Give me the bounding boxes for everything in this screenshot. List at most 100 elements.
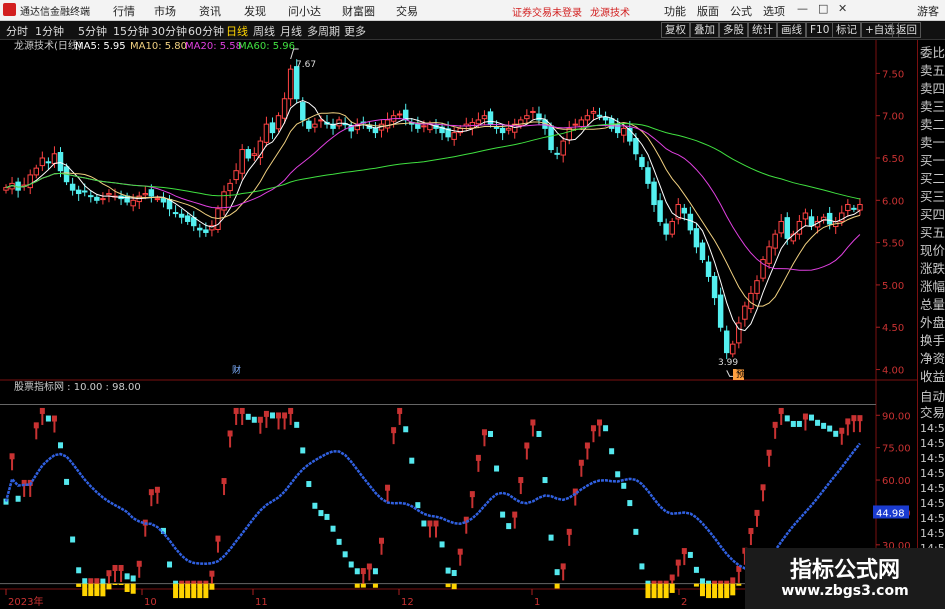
candle (45, 161, 52, 164)
indicator-fill (657, 583, 663, 599)
candle (754, 280, 760, 294)
candle (178, 213, 185, 218)
candle (39, 157, 46, 167)
close-icon[interactable]: ✕ (838, 2, 847, 15)
tf-5min[interactable]: 5分钟 (78, 23, 107, 39)
candle (699, 242, 706, 261)
menu-discover[interactable]: 发现 (244, 3, 266, 19)
btn-mark[interactable]: 标记 (832, 22, 861, 38)
indicator-bar (124, 573, 130, 580)
btn-overlay[interactable]: 叠加 (690, 22, 719, 38)
menu-layout[interactable]: 版面 (697, 3, 719, 19)
candle (281, 98, 288, 119)
menu-info[interactable]: 资讯 (199, 3, 221, 19)
candle (711, 275, 718, 299)
price-tick-label: 7.00 (882, 112, 904, 123)
tf-intraday[interactable]: 分时 (6, 23, 28, 39)
indicator-fill (699, 583, 705, 597)
forecast-marker[interactable]: 预 (736, 369, 745, 380)
stock-chart[interactable]: 7.50 7.00 6.50 6.00 5.50 5.00 4.50 4.00 90.00 75.… (0, 40, 917, 609)
menu-market[interactable]: 行情 (113, 3, 135, 19)
candle (705, 261, 712, 277)
maximize-icon[interactable]: □ (818, 2, 828, 15)
candle (548, 125, 554, 151)
candle (633, 138, 639, 155)
candle (306, 120, 312, 129)
candle (415, 123, 421, 129)
candle (784, 217, 790, 239)
tf-multi[interactable]: 多周期 (307, 23, 340, 39)
side-label: 总量 (920, 297, 945, 312)
guest-label[interactable]: 游客 (917, 3, 939, 19)
indicator-fill (736, 583, 742, 586)
indicator-fill (124, 583, 130, 592)
price-tick-label: 7.50 (882, 69, 904, 80)
menu-ask[interactable]: 问小达 (288, 3, 321, 19)
tf-15min[interactable]: 15分钟 (113, 23, 149, 39)
chart-title: 龙源技术(日线) (14, 40, 82, 52)
btn-multi-stock[interactable]: 多股 (719, 22, 748, 38)
login-warning[interactable]: 证券交易未登录 (512, 4, 582, 19)
candle (487, 111, 494, 125)
indicator-bar (300, 447, 306, 454)
indicator-fill (82, 583, 88, 597)
indicator-fill (663, 583, 669, 599)
menu-options[interactable]: 选项 (763, 3, 785, 19)
candle (172, 212, 179, 215)
candle (554, 152, 560, 155)
indicator-fill (651, 583, 657, 599)
indicator-bar (348, 561, 354, 568)
tf-more[interactable]: 更多 (344, 23, 366, 39)
indicator-tick-label: 90.00 (882, 411, 911, 422)
candle (142, 193, 149, 196)
indicator-fill (712, 583, 718, 599)
indicator-bar (627, 500, 633, 507)
candle (263, 123, 270, 143)
indicator-fill (554, 583, 560, 589)
side-time: 14:56 (920, 512, 945, 525)
menu-formula[interactable]: 公式 (730, 3, 752, 19)
tf-30min[interactable]: 30分钟 (151, 23, 187, 39)
price-tick-label: 4.50 (882, 323, 904, 334)
brand-label: 龙源技术 (590, 8, 630, 19)
tf-daily[interactable]: 日线 (226, 23, 248, 39)
side-label: 委比 (920, 45, 945, 60)
tf-60min[interactable]: 60分钟 (188, 23, 224, 39)
indicator-bar (639, 563, 645, 570)
indicator-bar (687, 551, 693, 558)
indicator-bar (815, 419, 821, 426)
indicator-bar (306, 481, 312, 488)
btn-f10[interactable]: F10 (806, 22, 834, 38)
menu-function[interactable]: 功能 (664, 3, 686, 19)
tf-1min[interactable]: 1分钟 (35, 23, 64, 39)
indicator-fill (360, 583, 366, 588)
current-value-label: 44.98 (876, 508, 905, 519)
candle (197, 227, 203, 231)
candle (251, 153, 258, 156)
candle (584, 115, 591, 121)
side-panel: 委比 卖五 卖四 卖三 卖二 卖一 买一 买二 买三 买四 买五 现价 涨跌 涨… (917, 40, 945, 609)
menu-market2[interactable]: 市场 (154, 3, 176, 19)
low-price-label: 3.99 (718, 358, 738, 368)
side-trade[interactable]: 交易 (920, 402, 945, 421)
tf-weekly[interactable]: 周线 (253, 23, 275, 39)
btn-adjust[interactable]: 复权 (661, 22, 690, 38)
menu-trade[interactable]: 交易 (396, 3, 418, 19)
price-tick-label: 6.00 (882, 196, 904, 207)
candle (300, 102, 306, 121)
candle (3, 187, 9, 191)
candle (312, 123, 318, 128)
candle (851, 207, 857, 210)
menu-wealth[interactable]: 财富圈 (342, 3, 375, 19)
candle (82, 190, 88, 193)
finance-marker[interactable]: 财 (232, 364, 241, 376)
indicator-fill (106, 583, 112, 590)
candle (354, 125, 360, 131)
btn-draw[interactable]: 画线 (777, 22, 806, 38)
tf-monthly[interactable]: 月线 (280, 23, 302, 39)
x-axis-label: 2 (681, 597, 687, 608)
minimize-icon[interactable]: — (797, 2, 808, 15)
btn-back[interactable]: 返回 (892, 22, 921, 38)
side-label: 卖三 (920, 99, 945, 114)
btn-stats[interactable]: 统计 (748, 22, 777, 38)
